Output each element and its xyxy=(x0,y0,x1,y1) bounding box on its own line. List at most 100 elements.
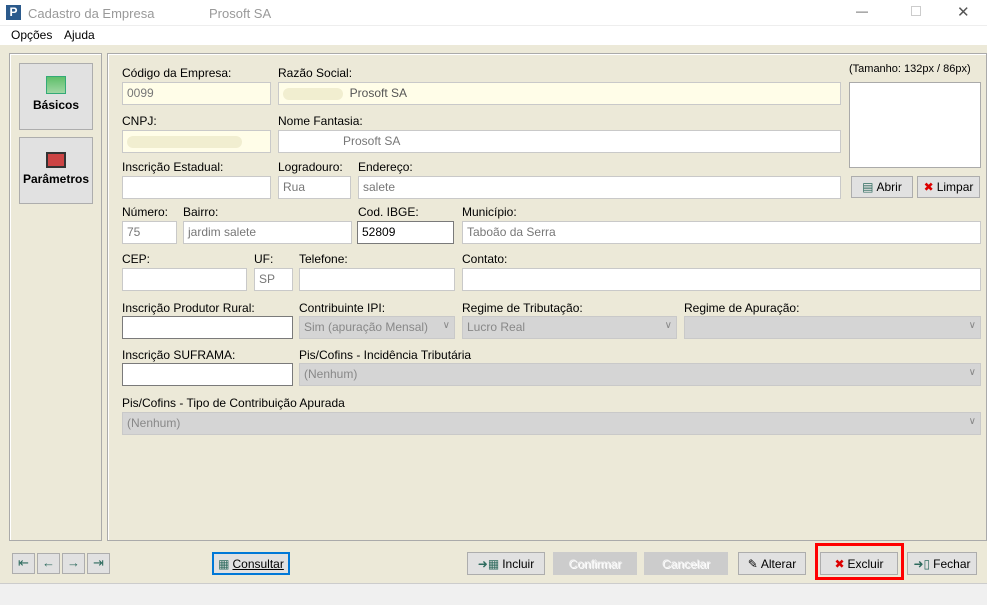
razao-label: Razão Social: xyxy=(278,66,353,80)
abrir-button[interactable]: ▤ Abrir xyxy=(851,176,913,198)
status-bar xyxy=(0,583,987,605)
edit-icon: ✎ xyxy=(747,556,758,571)
sidebar-item-basicos[interactable]: Básicos xyxy=(19,63,93,130)
chevron-down-icon: ∨ xyxy=(664,320,672,331)
fantasia-label: Nome Fantasia: xyxy=(278,114,363,128)
uf-field[interactable]: SP xyxy=(254,268,293,291)
open-icon: ▤ xyxy=(862,180,874,194)
razao-value: Prosoft SA xyxy=(349,86,408,100)
consultar-button[interactable]: ▦ Consultar xyxy=(212,552,290,575)
title-bar: P Cadastro da Empresa Prosoft SA — ✕ xyxy=(0,0,987,26)
pis-incid-select[interactable]: (Nenhum) ∨ xyxy=(299,363,981,386)
calendar-icon: ▦ xyxy=(218,556,230,571)
pis-tipo-value: (Nenhum) xyxy=(127,416,181,430)
municipio-field[interactable]: Taboão da Serra xyxy=(462,221,981,244)
chevron-down-icon: ∨ xyxy=(968,320,976,331)
fechar-button[interactable]: ➜▯ Fechar xyxy=(907,552,977,575)
ipi-label: Contribuinte IPI: xyxy=(299,301,386,315)
cep-label: CEP: xyxy=(122,252,151,266)
regime-trib-label: Regime de Tributação: xyxy=(462,301,583,315)
close-button[interactable]: ✕ xyxy=(957,3,970,21)
endereco-field[interactable]: salete xyxy=(358,176,841,199)
cnpj-field[interactable] xyxy=(122,130,271,153)
ibge-label: Cod. IBGE: xyxy=(358,205,419,219)
sidebar-item-label: Básicos xyxy=(32,98,80,112)
telefone-field[interactable] xyxy=(299,268,455,291)
excluir-label: Excluir xyxy=(847,556,884,571)
clear-icon: ✖ xyxy=(923,180,934,194)
last-icon: ⇥ xyxy=(93,555,104,570)
first-icon: ⇤ xyxy=(18,555,29,570)
prev-record-button[interactable]: ← xyxy=(37,553,60,574)
municipio-label: Município: xyxy=(462,205,517,219)
regime-trib-value: Lucro Real xyxy=(467,320,526,334)
bairro-label: Bairro: xyxy=(183,205,219,219)
numero-field[interactable]: 75 xyxy=(122,221,177,244)
window-company: Prosoft SA xyxy=(209,6,272,21)
contato-label: Contato: xyxy=(462,252,508,266)
pis-incid-label: Pis/Cofins - Incidência Tributária xyxy=(299,348,472,362)
pis-tipo-select[interactable]: (Nenhum) ∨ xyxy=(122,412,981,435)
menu-opcoes[interactable]: Opções xyxy=(11,28,52,42)
basicos-icon xyxy=(46,76,66,94)
cep-field[interactable] xyxy=(122,268,247,291)
produtor-label: Inscrição Produtor Rural: xyxy=(122,301,255,315)
regime-apur-select[interactable]: ∨ xyxy=(684,316,981,339)
window-title: Cadastro da Empresa xyxy=(28,6,155,21)
add-icon: ➜▦ xyxy=(477,556,500,571)
uf-label: UF: xyxy=(254,252,274,266)
sidebar-item-label: Parâmetros xyxy=(22,172,90,186)
ibge-field[interactable]: 52809 xyxy=(357,221,454,244)
bairro-field[interactable]: jardim salete xyxy=(183,221,352,244)
cnpj-label: CNPJ: xyxy=(122,114,157,128)
contato-field[interactable] xyxy=(462,268,981,291)
incluir-button[interactable]: ➜▦ Incluir xyxy=(467,552,545,575)
ipi-select[interactable]: Sim (apuração Mensal) ∨ xyxy=(299,316,455,339)
cancelar-label: Cancelar xyxy=(661,556,711,571)
pis-tipo-label: Pis/Cofins - Tipo de Contribuição Apurad… xyxy=(122,396,345,410)
last-record-button[interactable]: ⇥ xyxy=(87,553,110,574)
abrir-label: Abrir xyxy=(876,180,902,194)
regime-apur-label: Regime de Apuração: xyxy=(684,301,800,315)
confirmar-button[interactable]: Confirmar xyxy=(553,552,637,575)
suframa-field[interactable] xyxy=(122,363,293,386)
ipi-value: Sim (apuração Mensal) xyxy=(304,320,429,334)
fantasia-field[interactable]: Prosoft SA xyxy=(278,130,841,153)
limpar-label: Limpar xyxy=(936,180,974,194)
next-record-button[interactable]: → xyxy=(62,553,85,574)
alterar-button[interactable]: ✎ Alterar xyxy=(738,552,806,575)
ie-field[interactable] xyxy=(122,176,271,199)
logo-image-box[interactable] xyxy=(849,82,981,168)
excluir-button[interactable]: ✖ Excluir xyxy=(820,552,898,575)
menu-ajuda[interactable]: Ajuda xyxy=(64,28,95,42)
razao-field[interactable]: Prosoft SA xyxy=(278,82,841,105)
incluir-label: Incluir xyxy=(502,556,535,571)
suframa-label: Inscrição SUFRAMA: xyxy=(122,348,236,362)
telefone-label: Telefone: xyxy=(299,252,348,266)
logo-size-hint: (Tamanho: 132px / 86px) xyxy=(849,63,971,75)
alterar-label: Alterar xyxy=(760,556,797,571)
minimize-button[interactable]: — xyxy=(856,4,868,18)
chevron-down-icon: ∨ xyxy=(442,320,450,331)
arrow-right-icon: → xyxy=(67,555,80,570)
numero-label: Número: xyxy=(122,205,169,219)
logradouro-label: Logradouro: xyxy=(278,160,343,174)
first-record-button[interactable]: ⇤ xyxy=(12,553,35,574)
app-icon: P xyxy=(6,5,21,20)
limpar-button[interactable]: ✖ Limpar xyxy=(917,176,980,198)
cancelar-button[interactable]: Cancelar xyxy=(644,552,728,575)
exit-door-icon: ➜▯ xyxy=(913,556,931,571)
codigo-field[interactable]: 0099 xyxy=(122,82,271,105)
logradouro-field[interactable]: Rua xyxy=(278,176,351,199)
regime-trib-select[interactable]: Lucro Real ∨ xyxy=(462,316,677,339)
codigo-label: Código da Empresa: xyxy=(122,66,232,80)
menu-bar: Opções Ajuda xyxy=(0,26,987,45)
pis-incid-value: (Nenhum) xyxy=(304,367,358,381)
sidebar-item-parametros[interactable]: Parâmetros xyxy=(19,137,93,204)
maximize-button[interactable] xyxy=(911,6,921,16)
produtor-field[interactable] xyxy=(122,316,293,339)
arrow-left-icon: ← xyxy=(42,555,55,570)
delete-icon: ✖ xyxy=(834,556,845,571)
parametros-icon xyxy=(46,152,66,168)
fechar-label: Fechar xyxy=(933,556,971,571)
